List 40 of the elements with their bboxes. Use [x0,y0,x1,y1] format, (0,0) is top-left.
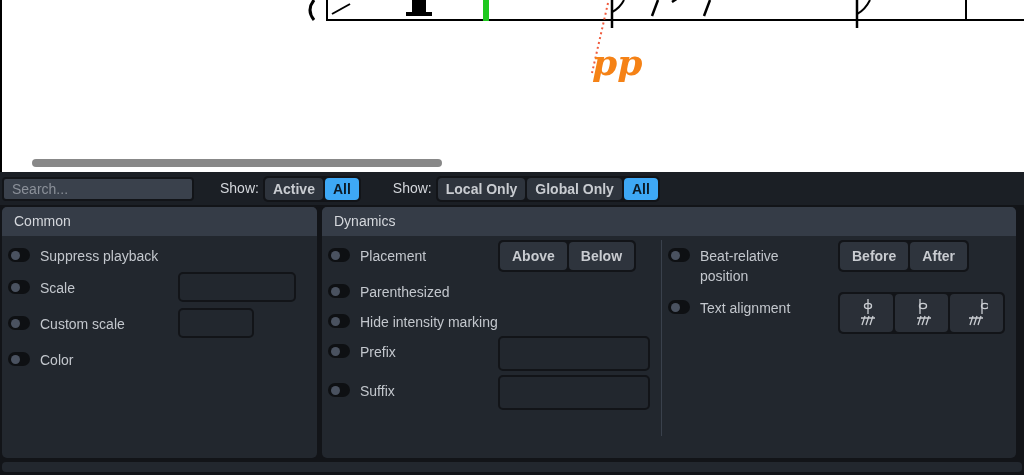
property-label: Custom scale [40,315,125,334]
panel-title: Common [14,212,71,231]
alignment-button[interactable] [950,294,1003,332]
horizontal-scrollbar[interactable] [32,159,442,167]
toggle-switch[interactable] [328,314,350,328]
property-label: Beat-relative position [700,247,780,286]
property-label: Placement [360,247,427,266]
option-button[interactable]: Below [568,242,635,270]
option-button[interactable]: Above [500,242,567,270]
option-button[interactable]: After [910,242,968,270]
alignment-button[interactable] [895,294,948,332]
option-button[interactable]: Before [840,242,909,270]
alignment-button[interactable] [840,294,893,332]
option-button[interactable]: All [324,177,359,200]
property-label: Suppress playback [40,247,159,266]
toggle-switch[interactable] [328,284,350,298]
toggle-switch[interactable] [8,248,30,262]
property-label: Prefix [360,343,396,362]
property-label: Color [40,351,74,370]
toggle-switch[interactable] [668,300,690,314]
toggle-switch[interactable] [328,344,350,358]
toggle-switch[interactable] [668,248,690,262]
option-button[interactable]: Local Only [437,177,526,200]
property-label: Scale [40,279,76,298]
panel-title: Dynamics [334,212,396,231]
toggle-switch[interactable] [8,316,30,330]
search-field[interactable]: Search... [2,176,194,201]
toggle-switch[interactable] [8,352,30,366]
option-button[interactable]: All [623,177,658,200]
property-label: Suffix [360,382,395,401]
option-button[interactable]: Active [264,177,323,200]
filter-label: Show: [392,179,432,198]
property-label: Hide intensity marking [360,313,498,332]
property-label: Parenthesized [360,283,450,302]
toggle-switch[interactable] [328,248,350,262]
filter-label: Show: [220,179,259,198]
property-label: Text alignment [700,299,792,318]
toggle-switch[interactable] [8,280,30,294]
option-button[interactable]: Global Only [527,177,622,200]
toggle-switch[interactable] [328,383,350,397]
